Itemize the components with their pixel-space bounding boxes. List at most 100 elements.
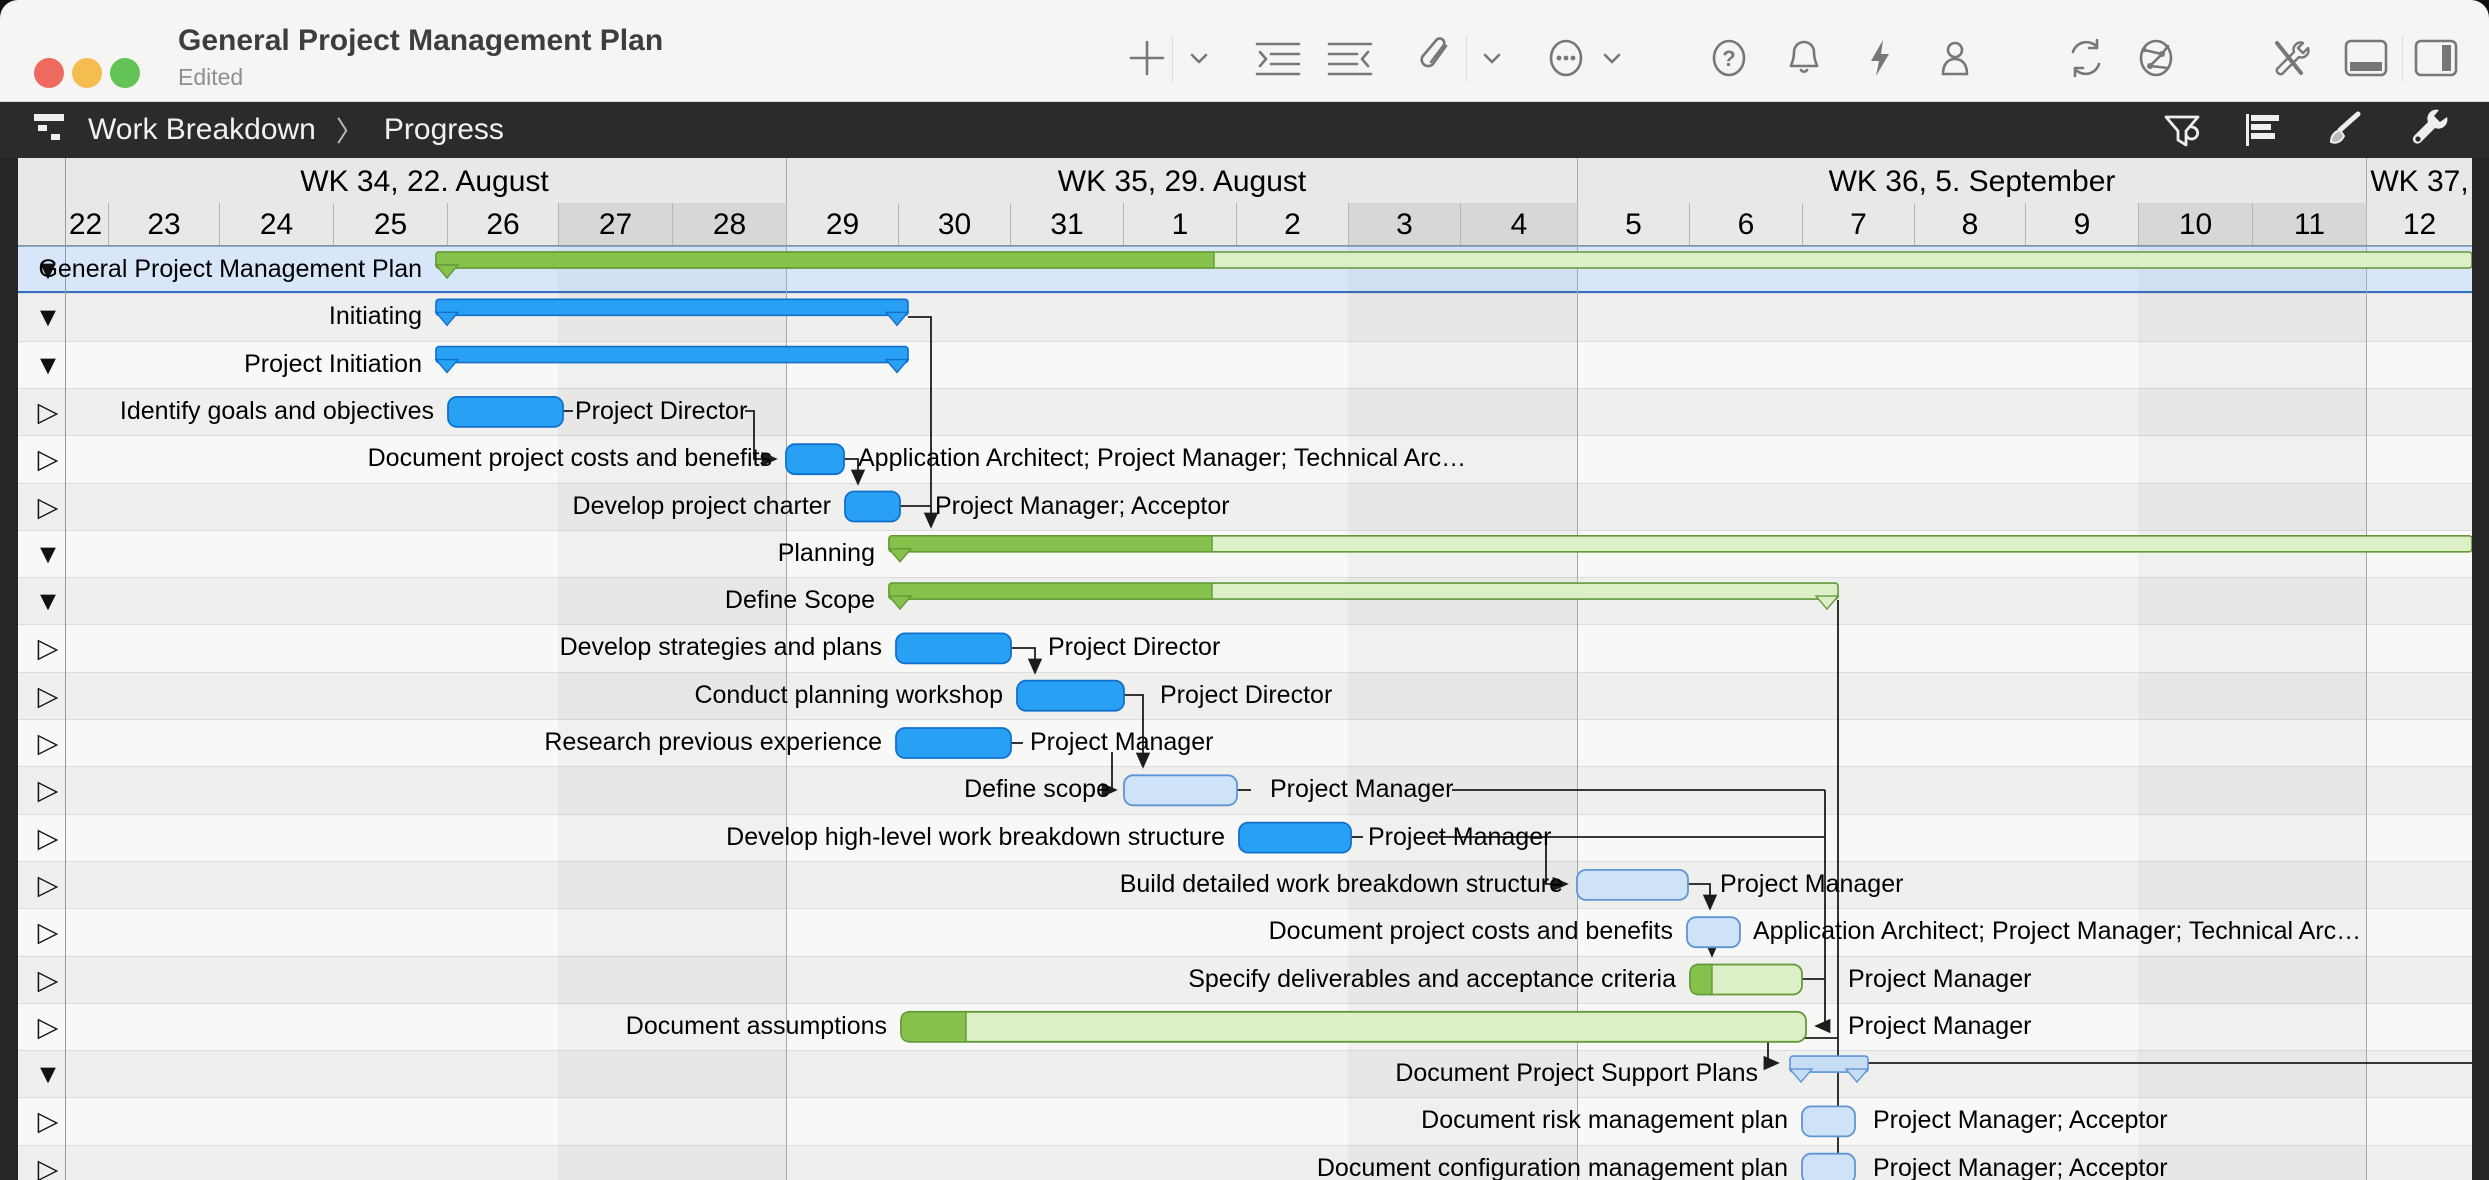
breadcrumb-mode[interactable]: Progress [384, 113, 504, 147]
group-bar [436, 299, 908, 315]
ellipsis-circle-icon [1544, 36, 1588, 85]
task-name-label: Document risk management plan [1421, 1106, 1788, 1135]
help-icon: ? [1707, 36, 1751, 85]
task-bar [1577, 870, 1688, 900]
task-name-label: Define scope [964, 775, 1110, 804]
task-resources-label: Project Manager [1848, 1012, 2031, 1041]
attach-button[interactable] [1414, 36, 1462, 84]
sync-icon [2063, 35, 2109, 86]
group-bar-progress [436, 252, 1214, 268]
task-bar [1687, 917, 1740, 947]
task-name-label: Research previous experience [544, 728, 882, 757]
gantt-chart: WK 34, 22. August22232425262728WK 35, 29… [18, 158, 2472, 1180]
task-bar [1124, 775, 1237, 805]
group-bar-left-end [889, 549, 911, 562]
task-name-label: Build detailed work breakdown structure [1120, 870, 1563, 899]
tools-button[interactable] [2266, 36, 2314, 84]
indent-icon [1255, 38, 1301, 83]
close-button[interactable] [34, 58, 64, 88]
task-bar [901, 1012, 1806, 1042]
task-bar [1239, 823, 1351, 853]
paperclip-icon [1416, 36, 1460, 85]
task-name-label: Develop strategies and plans [560, 633, 882, 662]
task-bar [1017, 681, 1124, 711]
style-brush-icon[interactable] [2317, 106, 2367, 154]
app-window: General Project Management Plan Edited ?… [0, 0, 2489, 1180]
network-button[interactable] [2132, 36, 2180, 84]
task-bar [845, 492, 900, 522]
more-actions-chevron[interactable] [1588, 36, 1636, 84]
task-name-label: Conduct planning workshop [694, 681, 1003, 710]
group-bar-left-end [889, 596, 911, 609]
task-name-label: Define Scope [725, 586, 875, 615]
breadcrumb-separator: 〉 [336, 110, 364, 150]
catch-up-button[interactable] [1856, 36, 1904, 84]
tools-icon [2267, 35, 2313, 86]
titlebar: General Project Management Plan Edited ? [0, 0, 2489, 102]
add-task-button[interactable] [1123, 36, 1171, 84]
bottom-panel-toggle[interactable] [2342, 36, 2390, 84]
task-name-label: Document configuration management plan [1317, 1154, 1788, 1180]
task-resources-label: Project Manager [1720, 870, 1903, 899]
task-name-label: Document project costs and benefits [1269, 917, 1673, 946]
svg-text:?: ? [1722, 46, 1735, 71]
add-task-menu-chevron[interactable] [1175, 36, 1223, 84]
task-bar [896, 633, 1011, 663]
filter-icon[interactable] [2157, 106, 2207, 154]
settings-wrench-icon[interactable] [2405, 106, 2455, 154]
group-bar-left-end [436, 312, 458, 325]
breadcrumb-view[interactable]: Work Breakdown [88, 113, 316, 147]
plus-icon [1125, 36, 1169, 85]
task-resources-label: Project Manager; Acceptor [1873, 1154, 2168, 1180]
notifications-button[interactable] [1780, 36, 1828, 84]
task-resources-label: Application Architect; Project Manager; … [858, 444, 1466, 473]
task-name-label: Initiating [329, 302, 422, 331]
task-bar [896, 728, 1011, 758]
indent-button[interactable] [1254, 36, 1302, 84]
sync-button[interactable] [2062, 36, 2110, 84]
zoom-button[interactable] [110, 58, 140, 88]
task-resources-label: Project Director [575, 397, 747, 426]
header-bottom-border [18, 245, 2472, 246]
task-name-label: Specify deliverables and acceptance crit… [1188, 965, 1676, 994]
network-icon [2134, 36, 2178, 85]
help-button[interactable]: ? [1705, 36, 1753, 84]
task-resources-label: Project Manager; Acceptor [935, 492, 1230, 521]
right-panel-toggle[interactable] [2412, 36, 2460, 84]
task-name-label: Project Initiation [244, 350, 422, 379]
group-bar-right-end [886, 312, 908, 325]
outdent-icon [1327, 38, 1373, 83]
outline-view-icon[interactable] [2238, 106, 2288, 154]
person-icon [1933, 36, 1977, 85]
task-resources-label: Project Manager; Acceptor [1873, 1106, 2168, 1135]
task-bar [1802, 1154, 1855, 1180]
task-name-label: Identify goals and objectives [120, 397, 434, 426]
task-bar-progress [901, 1012, 966, 1042]
resources-button[interactable] [1931, 36, 1979, 84]
bolt-icon [1858, 36, 1902, 85]
task-bar-progress [1690, 965, 1712, 995]
task-name-label: Develop high-level work breakdown struct… [726, 823, 1225, 852]
outline-column-border [65, 158, 66, 1180]
view-mode-icon[interactable] [30, 109, 70, 152]
bell-icon [1782, 36, 1826, 85]
task-name-label: Planning [778, 539, 875, 568]
toolbar-divider [1466, 36, 1467, 82]
document-title: General Project Management Plan [178, 24, 663, 58]
attach-menu-chevron[interactable] [1468, 36, 1516, 84]
task-resources-label: Project Director [1048, 633, 1220, 662]
task-resources-label: Application Architect; Project Manager; … [1753, 917, 2361, 946]
task-name-label: Document assumptions [626, 1012, 887, 1041]
group-bar-right-end [1846, 1069, 1868, 1082]
task-name-label: Document Project Support Plans [1395, 1059, 1758, 1088]
more-actions-button[interactable] [1542, 36, 1590, 84]
minimize-button[interactable] [72, 58, 102, 88]
task-name-label: General Project Management Plan [38, 255, 422, 284]
group-bar [436, 347, 908, 363]
right-window-edge [2472, 158, 2489, 1180]
outdent-button[interactable] [1326, 36, 1374, 84]
task-name-label: Develop project charter [573, 492, 831, 521]
task-resources-label: Project Director [1160, 681, 1332, 710]
toolbar-divider [2402, 36, 2403, 82]
panel-bottom-icon [2343, 38, 2389, 83]
